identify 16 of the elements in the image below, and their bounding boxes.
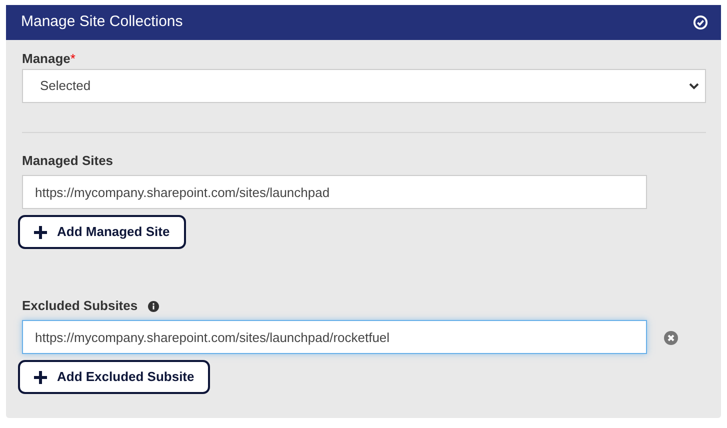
chevron-down-icon (689, 82, 699, 90)
add-button[interactable]: Add Managed Site (18, 215, 186, 249)
url-field[interactable]: https://mycompany.sharepoint.com/sites/launchpad (22, 175, 647, 209)
info-icon[interactable] (148, 300, 159, 312)
manage-select[interactable]: Selected (22, 69, 706, 103)
add-button[interactable]: Add Excluded Subsite (18, 360, 210, 394)
panel-title: Manage Site Collections (21, 12, 183, 32)
remove-icon[interactable] (664, 331, 678, 345)
plus-icon (34, 226, 47, 238)
field-label: Managed Sites (22, 152, 114, 170)
url-field[interactable]: https://mycompany.sharepoint.com/sites/launchpad/rocketfuel (22, 320, 647, 354)
required-mark: * (70, 50, 76, 68)
check-circle-icon[interactable] (693, 15, 708, 30)
field-label: Manage (22, 50, 70, 68)
plus-icon (34, 370, 47, 384)
field-label: Excluded Subsites (22, 297, 138, 316)
